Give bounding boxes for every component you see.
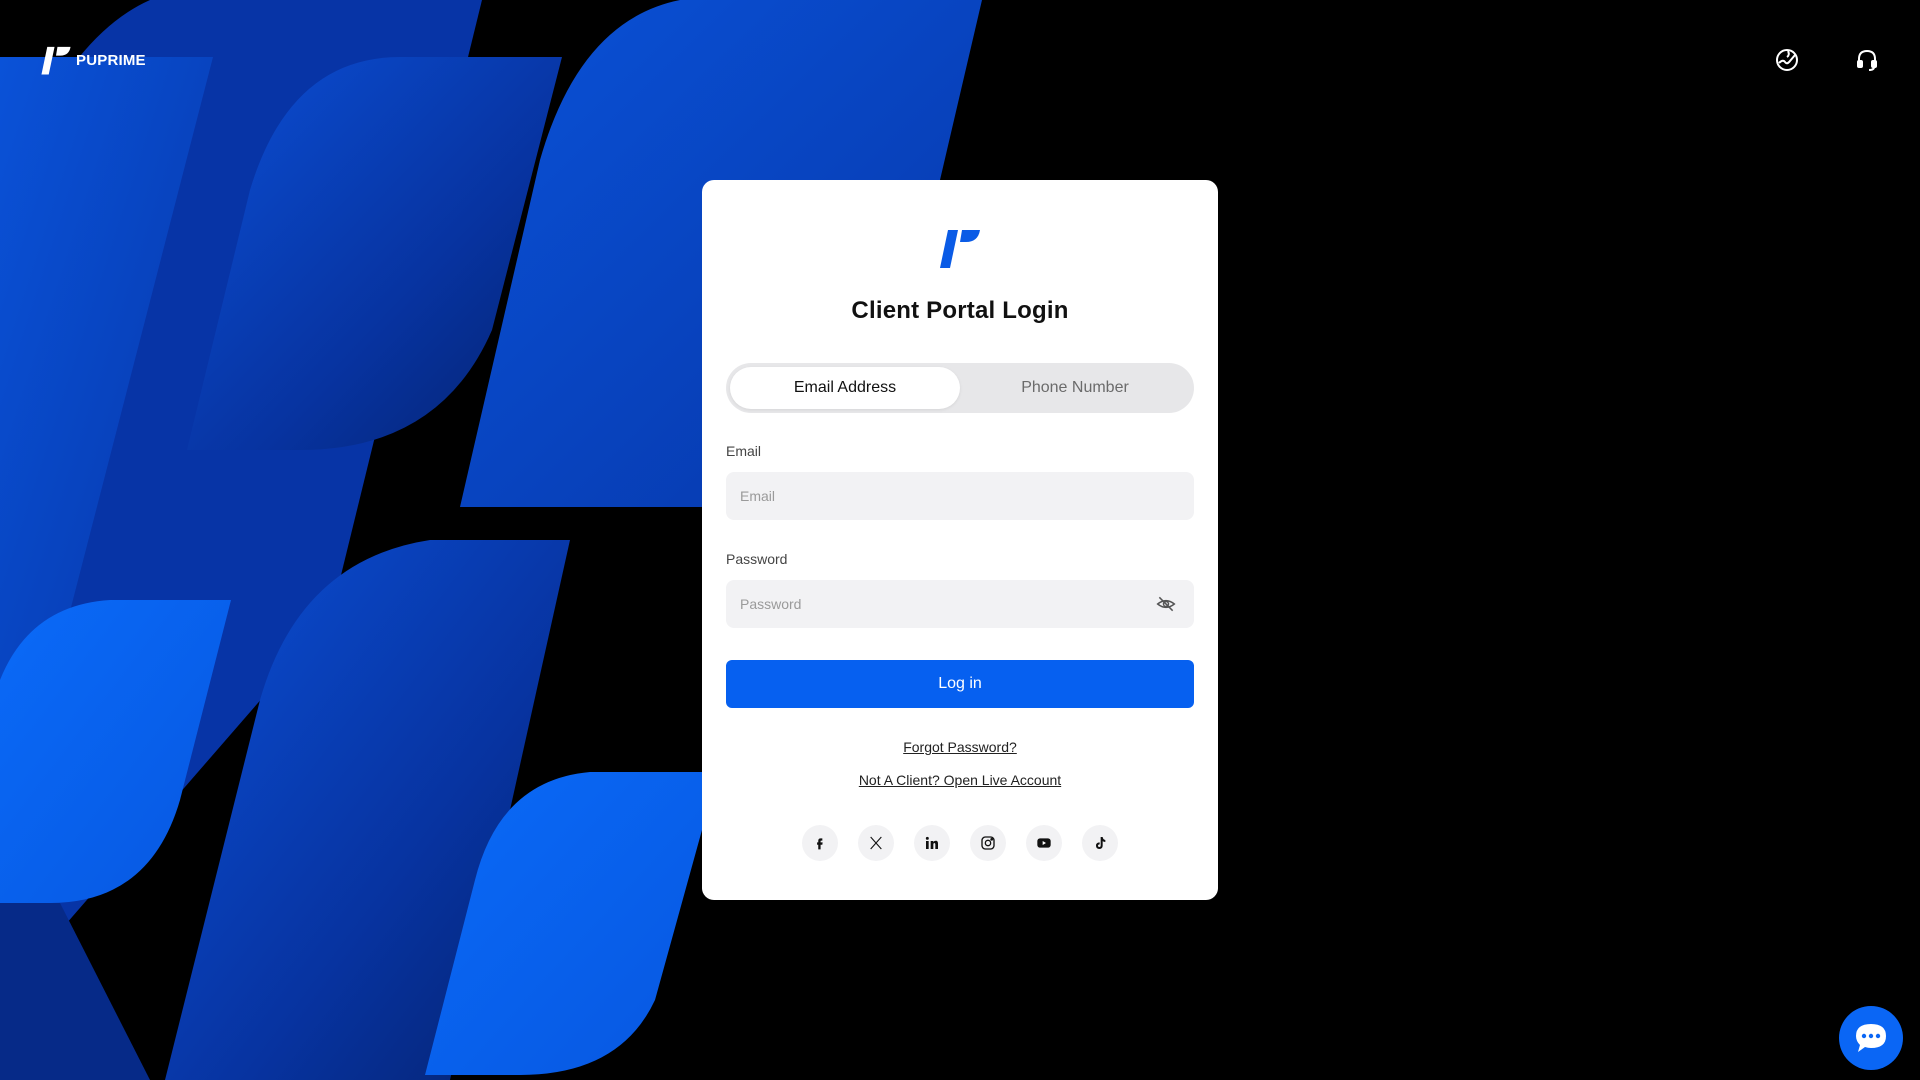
support-button[interactable] [1853,46,1881,74]
login-method-tabs: Email Address Phone Number [726,363,1194,413]
eye-off-icon[interactable] [1156,594,1176,614]
password-field [726,580,1194,628]
chat-bubble-icon [1856,1024,1886,1052]
puprime-logo-icon [940,230,980,268]
open-live-account-link[interactable]: Not A Client? Open Live Account [702,772,1218,788]
facebook-link[interactable] [802,825,838,861]
password-input[interactable] [726,580,1194,628]
login-page: PUPRIME Client Portal Login Email Addres… [0,0,1920,1080]
linkedin-icon [925,836,938,849]
brand-logo[interactable]: PUPRIME [40,43,146,77]
email-label: Email [726,443,762,459]
youtube-icon [1037,838,1051,848]
email-field [726,472,1194,520]
x-link[interactable] [858,825,894,861]
tab-email-address[interactable]: Email Address [730,367,960,409]
tiktok-icon [1096,837,1106,849]
password-label: Password [726,551,788,567]
tab-phone-number[interactable]: Phone Number [960,367,1190,409]
linkedin-link[interactable] [914,825,950,861]
youtube-link[interactable] [1026,825,1062,861]
forgot-password-link[interactable]: Forgot Password? [702,739,1218,755]
headset-icon [1857,49,1877,71]
login-button[interactable]: Log in [726,660,1194,708]
globe-icon [1776,49,1798,71]
social-links [702,825,1218,861]
language-button[interactable] [1773,46,1801,74]
page-title: Client Portal Login [851,297,1069,324]
x-icon [870,836,882,850]
tiktok-link[interactable] [1082,825,1118,861]
instagram-icon [981,836,995,850]
instagram-link[interactable] [970,825,1006,861]
email-input[interactable] [726,472,1194,520]
puprime-logo-icon [41,46,71,75]
live-chat-button[interactable] [1839,1006,1903,1070]
bg-shape [0,903,150,1080]
facebook-icon [817,838,823,850]
login-card: Client Portal Login Email Address Phone … [702,180,1218,900]
brand-name: PUPRIME [76,51,146,69]
